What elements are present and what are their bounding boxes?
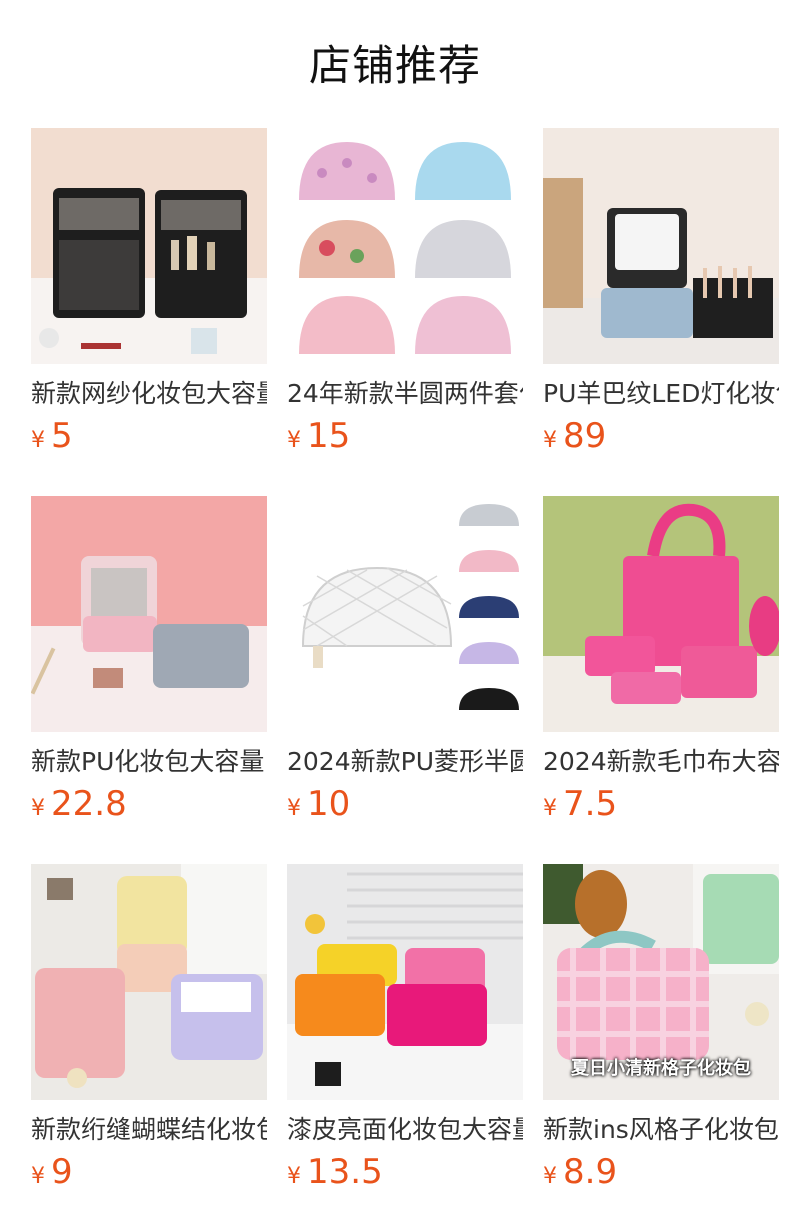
product-image[interactable]	[543, 128, 779, 364]
product-image[interactable]	[287, 864, 523, 1100]
currency-symbol: ¥	[543, 796, 557, 821]
product-name[interactable]: 2024新款PU菱形半圆化妆包	[287, 744, 523, 780]
product-card[interactable]: 夏日小清新格子化妆包 新款ins风格子化妆包 ¥8.9	[543, 864, 779, 1232]
product-price: ¥7.5	[543, 784, 617, 824]
currency-symbol: ¥	[31, 1164, 45, 1189]
currency-symbol: ¥	[31, 428, 45, 453]
price-value: 22.8	[51, 784, 127, 824]
price-value: 8.9	[563, 1152, 618, 1192]
product-price: ¥10	[287, 784, 350, 824]
product-name[interactable]: 新款网纱化妆包大容量	[31, 376, 267, 412]
product-image[interactable]: 夏日小清新格子化妆包	[543, 864, 779, 1100]
product-name[interactable]: 漆皮亮面化妆包大容量	[287, 1112, 523, 1148]
currency-symbol: ¥	[287, 428, 301, 453]
product-image[interactable]	[31, 496, 267, 732]
product-card[interactable]: 新款网纱化妆包大容量 ¥5	[31, 128, 267, 496]
product-name[interactable]: 2024新款毛巾布大容量	[543, 744, 779, 780]
product-card[interactable]: 2024新款毛巾布大容量 ¥7.5	[543, 496, 779, 864]
product-price: ¥22.8	[31, 784, 127, 824]
product-card[interactable]: 24年新款半圆两件套化妆包 ¥15	[287, 128, 523, 496]
product-card[interactable]: 新款PU化妆包大容量 ¥22.8	[31, 496, 267, 864]
product-card[interactable]: PU羊巴纹LED灯化妆包 ¥89	[543, 128, 779, 496]
product-image[interactable]	[287, 496, 523, 732]
product-card[interactable]: 新款绗缝蝴蝶结化妆包 ¥9	[31, 864, 267, 1232]
price-value: 13.5	[307, 1152, 383, 1192]
product-name[interactable]: PU羊巴纹LED灯化妆包	[543, 376, 779, 412]
currency-symbol: ¥	[287, 796, 301, 821]
product-grid: 新款网纱化妆包大容量 ¥5 24年新款半圆两件套化妆包 ¥15	[31, 128, 780, 1232]
price-value: 7.5	[563, 784, 618, 824]
product-card[interactable]: 2024新款PU菱形半圆化妆包 ¥10	[287, 496, 523, 864]
product-name[interactable]: 新款PU化妆包大容量	[31, 744, 267, 780]
product-price: ¥13.5	[287, 1152, 383, 1192]
currency-symbol: ¥	[31, 796, 45, 821]
price-value: 9	[51, 1152, 73, 1192]
product-price: ¥8.9	[543, 1152, 617, 1192]
product-image[interactable]	[287, 128, 523, 364]
product-card[interactable]: 漆皮亮面化妆包大容量 ¥13.5	[287, 864, 523, 1232]
product-image[interactable]	[31, 864, 267, 1100]
currency-symbol: ¥	[287, 1164, 301, 1189]
product-price: ¥5	[31, 416, 73, 456]
image-caption: 夏日小清新格子化妆包	[571, 1058, 751, 1079]
product-name[interactable]: 新款ins风格子化妆包	[543, 1112, 779, 1148]
currency-symbol: ¥	[543, 428, 557, 453]
currency-symbol: ¥	[543, 1164, 557, 1189]
product-name[interactable]: 24年新款半圆两件套化妆包	[287, 376, 523, 412]
product-image[interactable]	[543, 496, 779, 732]
section-title: 店铺推荐	[308, 41, 481, 90]
product-image[interactable]	[31, 128, 267, 364]
product-name[interactable]: 新款绗缝蝴蝶结化妆包	[31, 1112, 267, 1148]
price-value: 10	[307, 784, 351, 824]
product-price: ¥89	[543, 416, 606, 456]
price-value: 5	[51, 416, 73, 456]
price-value: 15	[307, 416, 351, 456]
price-value: 89	[563, 416, 607, 456]
product-price: ¥15	[287, 416, 350, 456]
product-price: ¥9	[31, 1152, 73, 1192]
